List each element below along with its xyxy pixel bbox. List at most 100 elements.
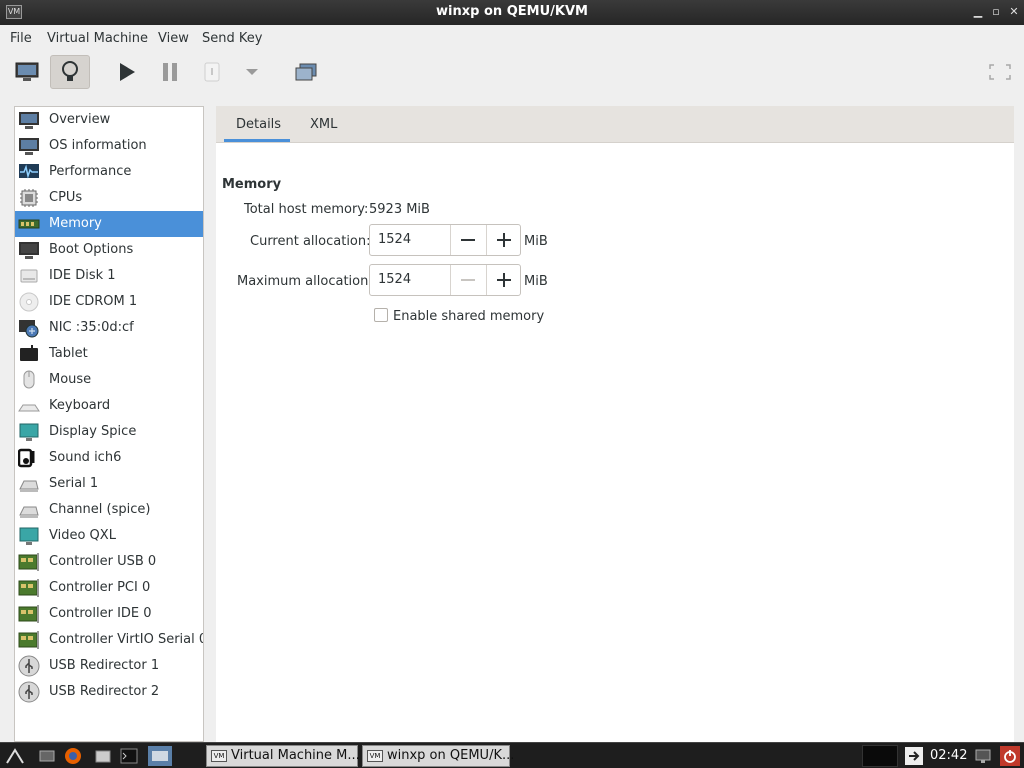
hw-item-serial-1[interactable]: Serial 1 bbox=[15, 471, 203, 497]
hw-item-ide-disk-1[interactable]: IDE Disk 1 bbox=[15, 263, 203, 289]
taskbar-task-winxp[interactable]: VM winxp on QEMU/K... bbox=[362, 745, 514, 767]
hw-item-memory[interactable]: Memory bbox=[15, 211, 203, 237]
taskbar: VM Virtual Machine M... VM winxp on QEMU… bbox=[0, 742, 1024, 768]
hw-item-nic[interactable]: NIC :35:0d:cf bbox=[15, 315, 203, 341]
hw-item-label: Mouse bbox=[49, 372, 92, 387]
hw-item-usb-redirector-1[interactable]: USB Redirector 1 bbox=[15, 653, 203, 679]
hw-item-channel-spice[interactable]: Channel (spice) bbox=[15, 497, 203, 523]
close-button[interactable]: ✕ bbox=[1008, 6, 1020, 18]
hw-item-controller-ide-0[interactable]: Controller IDE 0 bbox=[15, 601, 203, 627]
hw-item-label: Memory bbox=[49, 216, 102, 231]
vm-window: File Virtual Machine View Send Key Overv… bbox=[0, 25, 1024, 742]
serial-port-icon bbox=[19, 480, 39, 492]
disk-drive-icon bbox=[20, 269, 38, 283]
menu-file[interactable]: File bbox=[10, 31, 32, 46]
hardware-list: Overview OS information Performance CPUs… bbox=[14, 106, 204, 742]
cpu-monitor-widget bbox=[862, 745, 898, 767]
hw-item-video-qxl[interactable]: Video QXL bbox=[15, 523, 203, 549]
maximum-allocation-unit: MiB bbox=[524, 274, 548, 289]
maximum-allocation-increment-button[interactable] bbox=[486, 265, 520, 295]
controller-card-icon bbox=[18, 579, 39, 597]
tab-details[interactable]: Details bbox=[236, 117, 281, 132]
hw-item-keyboard[interactable]: Keyboard bbox=[15, 393, 203, 419]
power-icon[interactable] bbox=[1000, 746, 1020, 766]
hw-item-sound-ich6[interactable]: Sound ich6 bbox=[15, 445, 203, 471]
keyboard-icon bbox=[18, 404, 40, 412]
hw-item-label: Controller USB 0 bbox=[49, 554, 157, 569]
hw-item-label: USB Redirector 2 bbox=[49, 684, 160, 699]
menu-send-key[interactable]: Send Key bbox=[202, 31, 262, 46]
run-button[interactable] bbox=[109, 55, 145, 89]
fullscreen-button[interactable] bbox=[982, 55, 1018, 89]
console-button[interactable] bbox=[9, 55, 45, 89]
hw-item-os-information[interactable]: OS information bbox=[15, 133, 203, 159]
maximum-allocation-input[interactable]: 1524 bbox=[378, 272, 411, 287]
current-allocation-spinbox: 1524 bbox=[369, 224, 521, 256]
taskbar-task-virtual-machine-manager[interactable]: VM Virtual Machine M... bbox=[206, 745, 360, 767]
monitor-icon bbox=[19, 242, 39, 259]
sound-icon bbox=[18, 448, 35, 468]
clock: 02:42 bbox=[930, 748, 968, 763]
snapshots-button[interactable] bbox=[288, 55, 324, 89]
show-desktop-icon[interactable] bbox=[38, 747, 56, 765]
hw-item-label: IDE CDROM 1 bbox=[49, 294, 138, 309]
firefox-icon[interactable] bbox=[64, 747, 82, 765]
active-tab-indicator bbox=[224, 139, 290, 142]
hw-item-boot-options[interactable]: Boot Options bbox=[15, 237, 203, 263]
hw-item-controller-pci-0[interactable]: Controller PCI 0 bbox=[15, 575, 203, 601]
hw-item-usb-redirector-2[interactable]: USB Redirector 2 bbox=[15, 679, 203, 705]
hw-item-mouse[interactable]: Mouse bbox=[15, 367, 203, 393]
hw-item-performance[interactable]: Performance bbox=[15, 159, 203, 185]
maximum-allocation-spinbox: 1524 bbox=[369, 264, 521, 296]
monitor-icon bbox=[19, 112, 39, 129]
hw-item-label: OS information bbox=[49, 138, 147, 153]
tab-bar: Details XML bbox=[216, 106, 1014, 143]
current-allocation-decrement-button[interactable] bbox=[450, 225, 486, 255]
current-allocation-increment-button[interactable] bbox=[486, 225, 520, 255]
shared-memory-checkbox[interactable] bbox=[374, 308, 388, 322]
shutdown-button[interactable] bbox=[194, 55, 230, 89]
maximize-button[interactable]: ▫ bbox=[990, 6, 1002, 18]
hw-item-label: Video QXL bbox=[49, 528, 116, 543]
maximum-allocation-decrement-button[interactable] bbox=[450, 265, 486, 295]
switch-user-icon[interactable] bbox=[904, 746, 924, 766]
start-menu-icon[interactable] bbox=[6, 747, 24, 765]
hw-item-label: CPUs bbox=[49, 190, 83, 205]
shared-memory-label[interactable]: Enable shared memory bbox=[393, 309, 544, 324]
display-icon bbox=[19, 423, 39, 441]
hw-item-display-spice[interactable]: Display Spice bbox=[15, 419, 203, 445]
tab-xml[interactable]: XML bbox=[310, 117, 337, 132]
shutdown-menu-button[interactable] bbox=[234, 55, 270, 89]
hw-item-cpus[interactable]: CPUs bbox=[15, 185, 203, 211]
usb-icon bbox=[18, 681, 40, 703]
monitor-icon bbox=[19, 138, 39, 155]
current-allocation-input[interactable]: 1524 bbox=[378, 232, 411, 247]
controller-card-icon bbox=[18, 553, 39, 571]
details-button[interactable] bbox=[50, 55, 90, 89]
hw-item-ide-cdrom-1[interactable]: IDE CDROM 1 bbox=[15, 289, 203, 315]
hw-item-label: Controller PCI 0 bbox=[49, 580, 151, 595]
menu-view[interactable]: View bbox=[158, 31, 189, 46]
network-icon[interactable] bbox=[974, 747, 992, 765]
hw-item-controller-virtio-serial-0[interactable]: Controller VirtIO Serial 0 bbox=[15, 627, 203, 653]
menu-virtual-machine[interactable]: Virtual Machine bbox=[47, 31, 148, 46]
hw-item-label: Overview bbox=[49, 112, 111, 127]
file-manager-icon[interactable] bbox=[94, 747, 112, 765]
fullscreen-icon bbox=[989, 64, 1011, 80]
details-pane: Details XML Memory Total host memory: 59… bbox=[216, 106, 1014, 742]
hw-item-label: Keyboard bbox=[49, 398, 111, 413]
pause-button[interactable] bbox=[152, 55, 188, 89]
terminal-icon[interactable] bbox=[120, 747, 138, 765]
performance-graph-icon bbox=[19, 164, 39, 179]
hw-item-controller-usb-0[interactable]: Controller USB 0 bbox=[15, 549, 203, 575]
current-allocation-label: Current allocation: bbox=[250, 234, 371, 249]
hw-item-overview[interactable]: Overview bbox=[15, 107, 203, 133]
minimize-button[interactable]: ▁ bbox=[972, 6, 984, 18]
hw-item-label: Boot Options bbox=[49, 242, 134, 257]
usb-icon bbox=[18, 655, 40, 677]
title-bar: VM winxp on QEMU/KVM ▁ ▫ ✕ bbox=[0, 0, 1024, 25]
virt-manager-launcher-icon[interactable] bbox=[148, 746, 172, 766]
hw-item-tablet[interactable]: Tablet bbox=[15, 341, 203, 367]
play-icon bbox=[120, 63, 135, 81]
total-host-memory-label: Total host memory: bbox=[244, 202, 369, 217]
